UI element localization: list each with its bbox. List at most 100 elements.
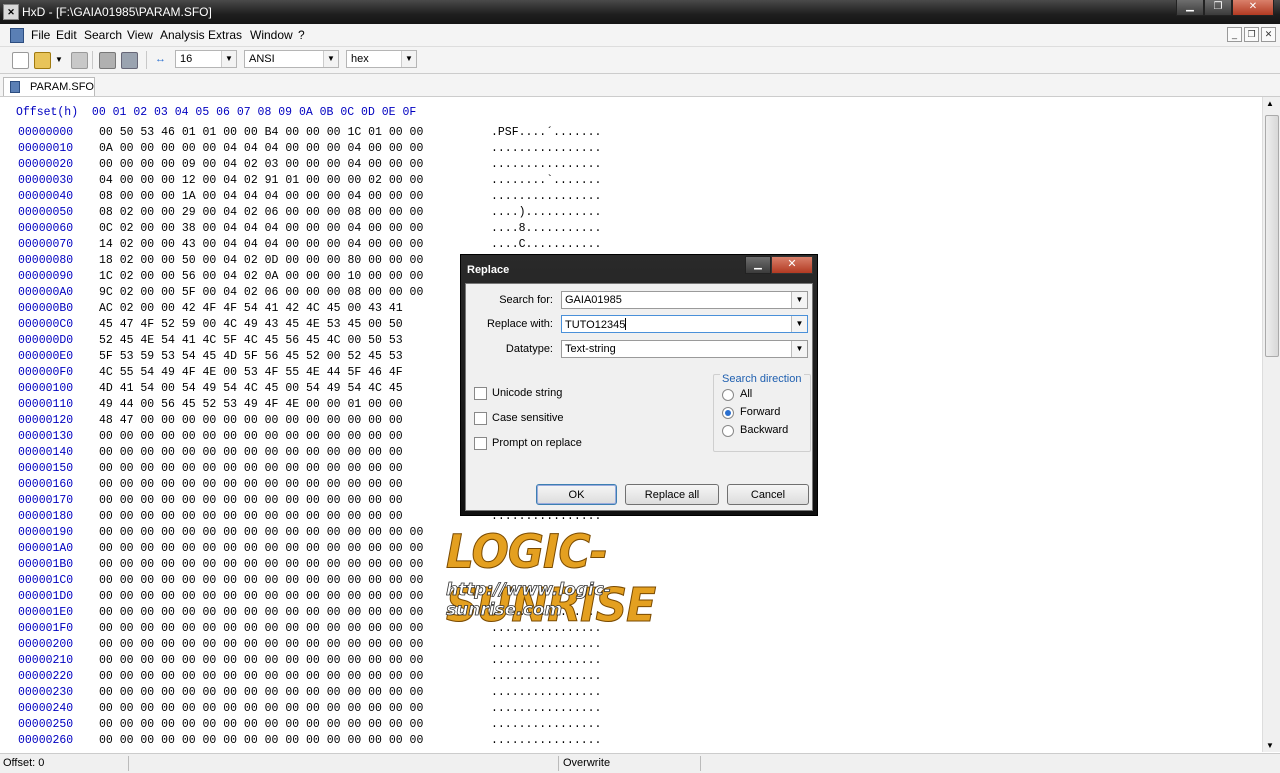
scroll-down-icon[interactable]: ▼ [1266, 741, 1274, 750]
row-ascii[interactable]: ....8........... [491, 221, 601, 237]
row-hex-bytes[interactable]: 08 02 00 00 29 00 04 02 06 00 00 00 08 0… [99, 205, 423, 221]
row-hex-bytes[interactable]: 5F 53 59 53 54 45 4D 5F 56 45 52 00 52 4… [99, 349, 403, 365]
replace-with-input[interactable]: TUTO12345 ▼ [561, 315, 808, 333]
menu-extras[interactable]: Extras [208, 28, 242, 42]
row-hex-bytes[interactable]: 00 00 00 00 00 00 00 00 00 00 00 00 00 0… [99, 621, 423, 637]
row-hex-bytes[interactable]: 00 00 00 00 00 00 00 00 00 00 00 00 00 0… [99, 445, 403, 461]
row-ascii[interactable]: ................ [491, 157, 601, 173]
bytes-per-row-select[interactable]: 16 ▼ [175, 50, 237, 68]
row-hex-bytes[interactable]: AC 02 00 00 42 4F 4F 54 41 42 4C 45 00 4… [99, 301, 403, 317]
row-hex-bytes[interactable]: 00 00 00 00 00 00 00 00 00 00 00 00 00 0… [99, 493, 403, 509]
unicode-string-checkbox[interactable] [474, 387, 487, 400]
row-hex-bytes[interactable]: 49 44 00 56 45 52 53 49 4F 4E 00 00 01 0… [99, 397, 403, 413]
search-for-input[interactable]: GAIA01985 ▼ [561, 291, 808, 309]
menu-window[interactable]: Window [250, 28, 293, 42]
offset-base-select[interactable]: hex ▼ [346, 50, 417, 68]
row-ascii[interactable]: ................ [491, 653, 601, 669]
row-hex-bytes[interactable]: 00 00 00 00 00 00 00 00 00 00 00 00 00 0… [99, 557, 423, 573]
row-hex-bytes[interactable]: 0A 00 00 00 00 00 04 04 04 00 00 00 04 0… [99, 141, 423, 157]
row-hex-bytes[interactable]: 00 00 00 00 00 00 00 00 00 00 00 00 00 0… [99, 477, 403, 493]
row-hex-bytes[interactable]: 00 00 00 00 00 00 00 00 00 00 00 00 00 0… [99, 461, 403, 477]
dialog-close-icon[interactable]: ✕ [771, 256, 813, 274]
document-icon[interactable] [10, 28, 24, 43]
direction-forward-radio[interactable] [722, 407, 734, 419]
row-hex-bytes[interactable]: 0C 02 00 00 38 00 04 04 04 00 00 00 04 0… [99, 221, 423, 237]
row-hex-bytes[interactable]: 45 47 4F 52 59 00 4C 49 43 45 4E 53 45 0… [99, 317, 403, 333]
open-dropdown-icon[interactable]: ▼ [55, 52, 63, 67]
row-ascii[interactable]: ................ [491, 141, 601, 157]
menu-view[interactable]: View [127, 28, 153, 42]
row-hex-bytes[interactable]: 48 47 00 00 00 00 00 00 00 00 00 00 00 0… [99, 413, 403, 429]
row-hex-bytes[interactable]: 4C 55 54 49 4F 4E 00 53 4F 55 4E 44 5F 4… [99, 365, 403, 381]
row-ascii[interactable]: ................ [491, 637, 601, 653]
row-hex-bytes[interactable]: 00 00 00 00 00 00 00 00 00 00 00 00 00 0… [99, 573, 423, 589]
row-hex-bytes[interactable]: 00 00 00 00 00 00 00 00 00 00 00 00 00 0… [99, 717, 423, 733]
row-hex-bytes[interactable]: 14 02 00 00 43 00 04 04 04 00 00 00 04 0… [99, 237, 423, 253]
row-ascii[interactable]: ....)........... [491, 205, 601, 221]
datatype-select[interactable]: Text-string ▼ [561, 340, 808, 358]
tab-param-sfo[interactable]: PARAM.SFO [3, 77, 95, 96]
row-hex-bytes[interactable]: 9C 02 00 00 5F 00 04 02 06 00 00 00 08 0… [99, 285, 423, 301]
row-hex-bytes[interactable]: 00 00 00 00 00 00 00 00 00 00 00 00 00 0… [99, 605, 423, 621]
ram-icon[interactable] [99, 52, 116, 69]
chevron-down-icon[interactable]: ▼ [791, 316, 807, 332]
row-hex-bytes[interactable]: 00 00 00 00 00 00 00 00 00 00 00 00 00 0… [99, 701, 423, 717]
row-hex-bytes[interactable]: 00 00 00 00 00 00 00 00 00 00 00 00 00 0… [99, 669, 423, 685]
chevron-down-icon[interactable]: ▼ [791, 341, 807, 357]
mdi-minimize-icon[interactable]: _ [1227, 27, 1242, 42]
row-hex-bytes[interactable]: 1C 02 00 00 56 00 04 02 0A 00 00 00 10 0… [99, 269, 423, 285]
dialog-minimize-icon[interactable]: ▁ [745, 256, 771, 274]
row-ascii[interactable]: ................ [491, 701, 601, 717]
row-ascii[interactable]: ................ [491, 669, 601, 685]
cancel-button[interactable]: Cancel [727, 484, 809, 505]
row-hex-bytes[interactable]: 00 00 00 00 00 00 00 00 00 00 00 00 00 0… [99, 653, 423, 669]
mdi-close-icon[interactable]: ✕ [1261, 27, 1276, 42]
direction-all-radio[interactable] [722, 389, 734, 401]
menu-file[interactable]: File [31, 28, 50, 42]
row-hex-bytes[interactable]: 4D 41 54 00 54 49 54 4C 45 00 54 49 54 4… [99, 381, 403, 397]
row-hex-bytes[interactable]: 00 00 00 00 00 00 00 00 00 00 00 00 00 0… [99, 637, 423, 653]
row-ascii[interactable]: ....C........... [491, 237, 601, 253]
row-hex-bytes[interactable]: 00 00 00 00 00 00 00 00 00 00 00 00 00 0… [99, 685, 423, 701]
charset-select[interactable]: ANSI ▼ [244, 50, 339, 68]
replace-all-button[interactable]: Replace all [625, 484, 719, 505]
mdi-restore-icon[interactable]: ❐ [1244, 27, 1259, 42]
vertical-scrollbar[interactable]: ▲ ▼ [1262, 97, 1280, 752]
direction-backward-radio[interactable] [722, 425, 734, 437]
row-hex-bytes[interactable]: 00 00 00 00 00 00 00 00 00 00 00 00 00 0… [99, 589, 423, 605]
prompt-on-replace-checkbox[interactable] [474, 437, 487, 450]
close-icon[interactable]: ✕ [1232, 0, 1274, 16]
menu-analysis[interactable]: Analysis [160, 28, 205, 42]
row-hex-bytes[interactable]: 00 00 00 00 00 00 00 00 00 00 00 00 00 0… [99, 733, 423, 749]
scroll-up-icon[interactable]: ▲ [1266, 99, 1274, 108]
menu-search[interactable]: Search [84, 28, 122, 42]
disk-icon[interactable] [121, 52, 138, 69]
menu-help[interactable]: ? [298, 28, 305, 42]
minimize-icon[interactable]: ▁ [1176, 0, 1204, 16]
maximize-icon[interactable]: ❐ [1204, 0, 1232, 16]
row-ascii[interactable]: ................ [491, 189, 601, 205]
scrollbar-thumb[interactable] [1265, 115, 1279, 357]
row-hex-bytes[interactable]: 04 00 00 00 12 00 04 02 91 01 00 00 00 0… [99, 173, 423, 189]
row-hex-bytes[interactable]: 00 00 00 00 00 00 00 00 00 00 00 00 00 0… [99, 541, 423, 557]
new-file-icon[interactable] [12, 52, 29, 69]
chevron-down-icon[interactable]: ▼ [791, 292, 807, 308]
save-icon[interactable] [71, 52, 88, 69]
row-hex-bytes[interactable]: 18 02 00 00 50 00 04 02 0D 00 00 00 80 0… [99, 253, 423, 269]
row-ascii[interactable]: ........`....... [491, 173, 601, 189]
row-ascii[interactable]: .PSF....´....... [491, 125, 601, 141]
row-ascii[interactable]: ................ [491, 717, 601, 733]
menu-edit[interactable]: Edit [56, 28, 77, 42]
row-ascii[interactable]: ................ [491, 733, 601, 749]
row-hex-bytes[interactable]: 00 50 53 46 01 01 00 00 B4 00 00 00 1C 0… [99, 125, 423, 141]
row-ascii[interactable]: ................ [491, 685, 601, 701]
row-hex-bytes[interactable]: 52 45 4E 54 41 4C 5F 4C 45 56 45 4C 00 5… [99, 333, 403, 349]
row-hex-bytes[interactable]: 08 00 00 00 1A 00 04 04 04 00 00 00 04 0… [99, 189, 423, 205]
row-hex-bytes[interactable]: 00 00 00 00 00 00 00 00 00 00 00 00 00 0… [99, 509, 403, 525]
ok-button[interactable]: OK [536, 484, 617, 505]
open-folder-icon[interactable] [34, 52, 51, 69]
case-sensitive-checkbox[interactable] [474, 412, 487, 425]
row-hex-bytes[interactable]: 00 00 00 00 00 00 00 00 00 00 00 00 00 0… [99, 429, 403, 445]
row-hex-bytes[interactable]: 00 00 00 00 09 00 04 02 03 00 00 00 04 0… [99, 157, 423, 173]
row-hex-bytes[interactable]: 00 00 00 00 00 00 00 00 00 00 00 00 00 0… [99, 525, 423, 541]
